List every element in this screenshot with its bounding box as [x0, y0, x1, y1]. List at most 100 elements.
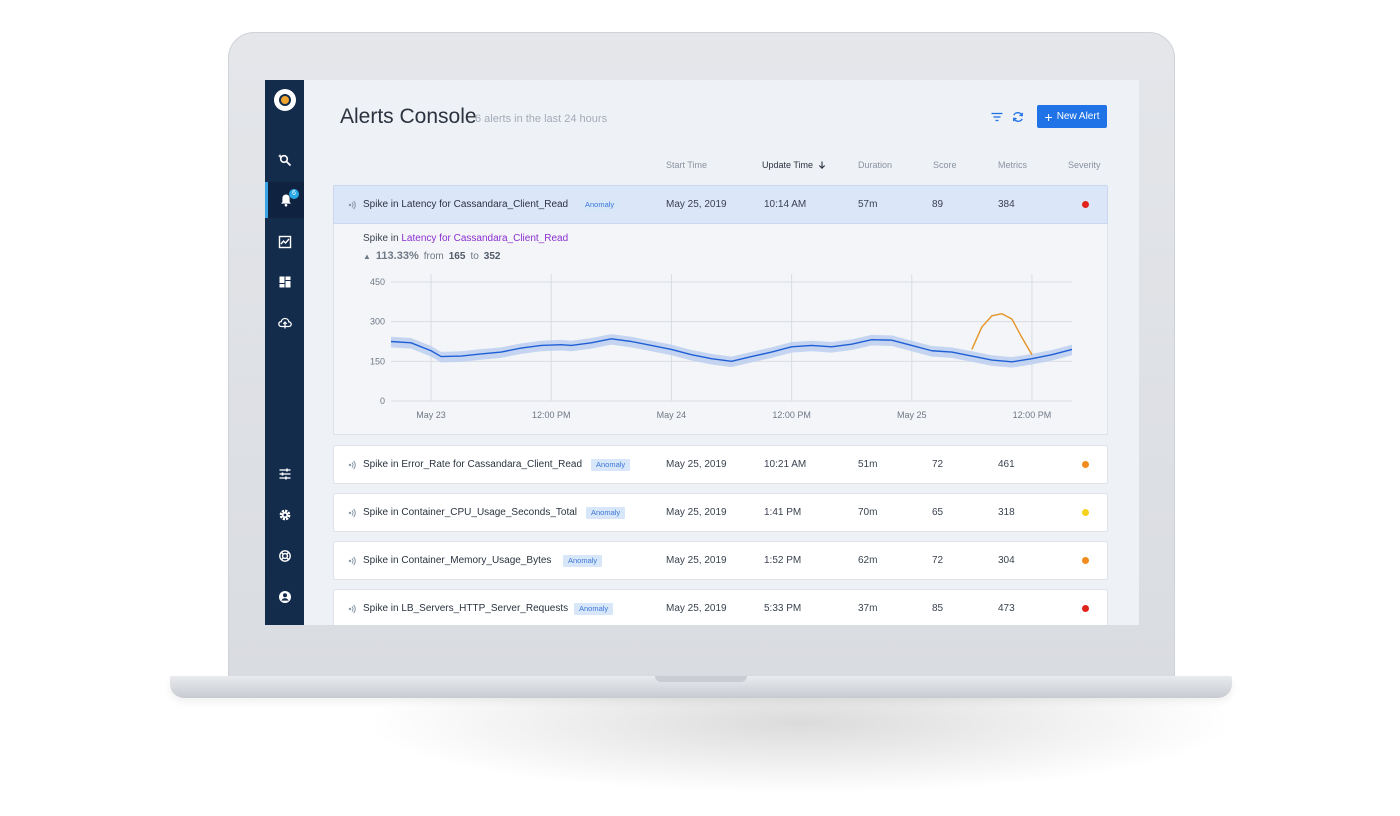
page-title: Alerts Console	[340, 105, 477, 128]
column-update-time[interactable]: Update Time	[762, 160, 826, 170]
change-percent: 113.33%	[375, 250, 419, 262]
expected-range-band	[391, 334, 1072, 368]
x-tick-label: May 25	[897, 410, 927, 420]
score: 85	[932, 603, 944, 614]
dashboard-icon	[279, 276, 290, 288]
alert-detail-panel: Spike in Latency for Cassandara_Client_R…	[333, 224, 1108, 435]
column-update-time-label: Update Time	[762, 160, 814, 170]
detail-prefix: Spike in	[363, 233, 399, 244]
duration: 62m	[858, 555, 878, 566]
sidebar-item-dashboards[interactable]	[265, 264, 304, 300]
signal-icon	[344, 186, 358, 223]
gear-icon	[279, 509, 290, 521]
sidebar-item-alerts[interactable]: 6	[265, 182, 304, 218]
alert-name: Spike in Container_CPU_Usage_Seconds_Tot…	[363, 507, 578, 518]
metrics-count: 473	[998, 603, 1015, 614]
laptop-notch	[655, 676, 747, 682]
duration: 70m	[858, 507, 878, 518]
detail-metric-link[interactable]: Latency for Cassandara_Client_Read	[401, 233, 568, 244]
sidebar-item-help[interactable]	[265, 538, 304, 574]
table-row[interactable]: Spike in LB_Servers_HTTP_Server_Requests…	[333, 589, 1108, 625]
anomaly-tag: Anomaly	[563, 555, 603, 567]
table-row[interactable]: Spike in Container_CPU_Usage_Seconds_Tot…	[333, 493, 1108, 532]
detail-change: ▲ 113.33% from 165 to 352	[363, 250, 500, 262]
severity-dot	[1082, 509, 1089, 516]
x-tick-label: 12:00 PM	[532, 410, 571, 420]
to-value: 352	[483, 251, 501, 262]
sidebar-item-profile[interactable]	[265, 579, 304, 615]
user-icon	[278, 591, 291, 603]
update-time: 1:41 PM	[764, 507, 802, 518]
sidebar-item-filters[interactable]	[265, 456, 304, 492]
search-magic-icon	[277, 154, 291, 167]
app-logo[interactable]	[274, 89, 296, 111]
column-start-time[interactable]: Start Time	[666, 160, 707, 170]
table-row[interactable]: Spike in Container_Memory_Usage_Bytes An…	[333, 541, 1108, 580]
sidebar: 6	[265, 80, 304, 625]
y-tick-label: 150	[370, 356, 385, 366]
from-label: from	[423, 251, 444, 262]
start-time: May 25, 2019	[666, 555, 727, 566]
table-row[interactable]: Spike in Error_Rate for Cassandara_Clien…	[333, 445, 1108, 484]
sidebar-item-discover[interactable]	[265, 142, 304, 178]
logo-mark	[279, 94, 291, 106]
alerts-count-subtitle: 6 alerts in the last 24 hours	[475, 113, 608, 125]
anomaly-series-line	[971, 313, 1033, 356]
y-tick-label: 0	[380, 396, 385, 406]
alert-name: Spike in Container_Memory_Usage_Bytes	[363, 555, 552, 566]
y-tick-label: 450	[370, 277, 385, 287]
x-tick-label: May 24	[657, 410, 687, 420]
severity-dot	[1082, 605, 1089, 612]
sidebar-item-metrics[interactable]	[265, 224, 304, 260]
metrics-count: 384	[998, 199, 1015, 210]
column-metrics[interactable]: Metrics	[998, 160, 1027, 170]
score: 65	[932, 507, 944, 518]
anomaly-tag: Anomaly	[586, 507, 626, 519]
start-time: May 25, 2019	[666, 199, 727, 210]
latency-chart[interactable]: 0 150 300 450 May 23 12:00 PM May 24 12:00 PM Ma…	[334, 264, 1107, 432]
chart-icon	[278, 235, 291, 249]
severity-dot	[1082, 461, 1089, 468]
table-row[interactable]: Spike in Latency for Cassandara_Client_R…	[333, 185, 1108, 224]
score: 72	[932, 459, 944, 470]
severity-dot	[1082, 201, 1089, 208]
update-time: 10:14 AM	[764, 199, 807, 210]
update-time: 10:21 AM	[764, 459, 807, 470]
detail-title: Spike in Latency for Cassandara_Client_R…	[363, 233, 568, 244]
column-duration[interactable]: Duration	[858, 160, 892, 170]
y-tick-label: 300	[370, 317, 385, 327]
alert-name: Spike in Latency for Cassandara_Client_R…	[363, 199, 569, 210]
app-screen: 6 Alerts Console 6 alerts in the last 24…	[265, 80, 1139, 625]
new-alert-button[interactable]: + New Alert	[1037, 105, 1107, 128]
signal-icon	[344, 446, 358, 483]
update-time: 5:33 PM	[764, 603, 802, 614]
duration: 51m	[858, 459, 878, 470]
signal-icon	[344, 494, 358, 531]
x-tick-label: 12:00 PM	[772, 410, 811, 420]
metrics-count: 461	[998, 459, 1015, 470]
anomaly-tag: Anomaly	[591, 459, 631, 471]
x-tick-label: 12:00 PM	[1013, 410, 1052, 420]
signal-icon	[344, 590, 358, 625]
filter-icon[interactable]	[989, 109, 1005, 125]
anomaly-tag: Anomaly	[580, 199, 620, 211]
metrics-count: 318	[998, 507, 1015, 518]
column-score[interactable]: Score	[933, 160, 957, 170]
metrics-count: 304	[998, 555, 1015, 566]
sidebar-item-integrations[interactable]	[265, 305, 304, 341]
start-time: May 25, 2019	[666, 459, 727, 470]
sidebar-item-settings[interactable]	[265, 497, 304, 533]
alert-name: Spike in LB_Servers_HTTP_Server_Requests	[363, 603, 569, 614]
score: 89	[932, 199, 944, 210]
from-value: 165	[448, 251, 466, 262]
column-severity[interactable]: Severity	[1068, 160, 1101, 170]
triangle-up-icon: ▲	[363, 252, 371, 261]
duration: 37m	[858, 603, 878, 614]
start-time: May 25, 2019	[666, 603, 727, 614]
anomaly-tag: Anomaly	[574, 603, 614, 615]
x-tick-label: May 23	[416, 410, 446, 420]
new-alert-label: New Alert	[1056, 111, 1100, 122]
lifebuoy-icon	[278, 550, 291, 562]
to-label: to	[470, 251, 479, 262]
refresh-icon[interactable]	[1010, 109, 1026, 125]
